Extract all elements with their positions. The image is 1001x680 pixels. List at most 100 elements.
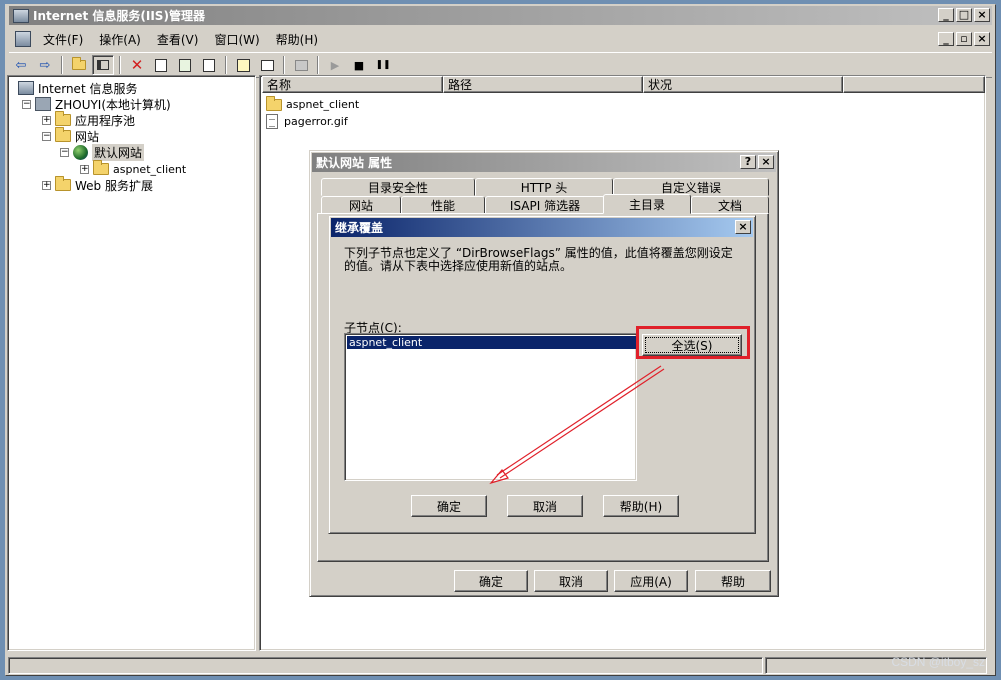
main-title: Internet 信息服务(IIS)管理器 <box>33 9 205 23</box>
file-icon <box>266 114 278 129</box>
inherit-message: 下列子节点也定义了 “DirBrowseFlags” 属性的值，此值将覆盖您刚设… <box>344 246 733 273</box>
menu-action[interactable]: 操作(A) <box>91 31 149 48</box>
expand-icon[interactable]: + <box>80 164 89 174</box>
menu-bar: 文件(F) 操作(A) 查看(V) 窗口(W) 帮助(H) _ ▫ × <box>9 28 992 50</box>
inherit-ok-button[interactable]: 确定 <box>411 495 487 517</box>
website-globe-icon <box>73 144 88 160</box>
help-icon[interactable] <box>232 55 254 75</box>
list-item[interactable]: aspnet_client <box>266 95 360 113</box>
column-header-name[interactable]: 名称 <box>262 76 443 93</box>
folder-icon <box>55 127 71 142</box>
list-item-label: aspnet_client <box>286 98 360 111</box>
tree-aspnet-client-label: aspnet_client <box>113 162 187 176</box>
show-tree-icon[interactable] <box>92 55 114 75</box>
toolbar-separator <box>119 56 121 74</box>
inherit-titlebar[interactable]: 继承覆盖 × <box>331 218 753 237</box>
watermark: CSDN @itboy_sz <box>891 655 985 669</box>
folder-icon <box>93 160 109 175</box>
mdi-system-icon[interactable] <box>15 31 31 47</box>
computer-icon <box>35 97 51 111</box>
properties-icon[interactable] <box>150 55 172 75</box>
tree-default-site-label: 默认网站 <box>92 143 145 161</box>
tab-website[interactable]: 网站 <box>321 196 401 214</box>
close-button[interactable]: × <box>974 8 990 22</box>
tab-performance[interactable]: 性能 <box>401 196 485 214</box>
back-icon[interactable]: ⇦ <box>10 55 32 75</box>
tab-home-directory[interactable]: 主目录 <box>603 194 691 214</box>
tree-root[interactable]: Internet 信息服务 <box>18 80 137 96</box>
stop-icon[interactable]: ■ <box>348 55 370 75</box>
expand-icon[interactable]: + <box>42 180 51 190</box>
expand-icon[interactable]: + <box>42 115 51 125</box>
mdi-minimize-button[interactable]: _ <box>938 32 954 46</box>
folder-icon <box>55 111 71 126</box>
main-titlebar[interactable]: Internet 信息服务(IIS)管理器 _ □ × <box>9 6 992 25</box>
props-apply-button[interactable]: 应用(A) <box>614 570 688 592</box>
iis-icon <box>18 81 34 95</box>
toolbar-separator <box>61 56 63 74</box>
collapse-icon[interactable]: − <box>42 131 51 141</box>
collapse-icon[interactable]: − <box>22 99 31 109</box>
tree-web-ext-label: Web 服务扩展 <box>75 178 153 193</box>
folder-icon <box>55 176 71 191</box>
tree-app-pools[interactable]: + 应用程序池 <box>42 111 136 128</box>
tab-http-headers[interactable]: HTTP 头 <box>475 178 613 196</box>
annotation-highlight-box <box>636 326 750 359</box>
tree-aspnet-client[interactable]: + aspnet_client <box>80 160 187 177</box>
props-ok-button[interactable]: 确定 <box>454 570 528 592</box>
tree-pane[interactable]: Internet 信息服务 − ZHOUYI(本地计算机) + 应用程序池 − … <box>7 75 256 651</box>
props-cancel-button[interactable]: 取消 <box>534 570 608 592</box>
refresh-icon[interactable] <box>174 55 196 75</box>
props-titlebar[interactable]: 默认网站 属性 ? × <box>312 153 776 172</box>
tree-default-site[interactable]: − 默认网站 <box>60 143 145 161</box>
tab-isapi-filters[interactable]: ISAPI 筛选器 <box>485 196 605 214</box>
menu-window[interactable]: 窗口(W) <box>206 31 267 48</box>
delete-icon[interactable]: ✕ <box>126 55 148 75</box>
props-close-button[interactable]: × <box>758 155 774 169</box>
props-help-button[interactable]: ? <box>740 155 756 169</box>
column-header-filler <box>843 76 985 93</box>
pause-icon[interactable]: ❚❚ <box>372 55 394 75</box>
menu-help[interactable]: 帮助(H) <box>268 31 326 48</box>
forward-icon[interactable]: ⇨ <box>34 55 56 75</box>
tree-server-label: ZHOUYI(本地计算机) <box>55 97 171 112</box>
column-header-path[interactable]: 路径 <box>443 76 643 93</box>
tree-sites[interactable]: − 网站 <box>42 127 100 144</box>
tree-sites-label: 网站 <box>75 129 100 144</box>
list-item[interactable]: aspnet_client <box>347 336 636 349</box>
mdi-restore-button[interactable]: ▫ <box>956 32 972 46</box>
menu-view[interactable]: 查看(V) <box>149 31 207 48</box>
inherit-close-button[interactable]: × <box>735 220 751 234</box>
status-panel <box>8 657 763 674</box>
status-bar <box>8 657 991 674</box>
maximize-button[interactable]: □ <box>956 8 972 22</box>
tree-web-ext[interactable]: + Web 服务扩展 <box>42 176 153 193</box>
tab-documents[interactable]: 文档 <box>691 196 769 214</box>
tree-server[interactable]: − ZHOUYI(本地计算机) <box>22 96 171 112</box>
tree-root-label: Internet 信息服务 <box>38 81 138 96</box>
inherit-cancel-button[interactable]: 取消 <box>507 495 583 517</box>
list-item[interactable]: pagerror.gif <box>266 113 348 130</box>
export-icon[interactable] <box>198 55 220 75</box>
props-help-text-button[interactable]: 帮助 <box>695 570 771 592</box>
mdi-close-button[interactable]: × <box>974 32 990 46</box>
folder-icon <box>266 95 282 111</box>
iis-app-icon <box>13 8 29 23</box>
children-listbox[interactable]: aspnet_client <box>344 333 637 481</box>
tree-app-pools-label: 应用程序池 <box>75 113 136 128</box>
tab-directory-security[interactable]: 目录安全性 <box>321 178 475 196</box>
computer-icon[interactable] <box>290 55 312 75</box>
props-title: 默认网站 属性 <box>316 156 393 170</box>
up-folder-icon[interactable] <box>68 55 90 75</box>
minimize-button[interactable]: _ <box>938 8 954 22</box>
collapse-icon[interactable]: − <box>60 147 69 157</box>
column-header-status[interactable]: 状况 <box>643 76 843 93</box>
start-icon[interactable]: ▶ <box>324 55 346 75</box>
menu-file[interactable]: 文件(F) <box>35 31 91 48</box>
inheritance-override-dialog: 继承覆盖 × 下列子节点也定义了 “DirBrowseFlags” 属性的值，此… <box>328 215 756 534</box>
toolbar-separator <box>317 56 319 74</box>
inherit-title: 继承覆盖 <box>335 221 384 235</box>
console-icon[interactable] <box>256 55 278 75</box>
inherit-help-button[interactable]: 帮助(H) <box>603 495 679 517</box>
toolbar-separator <box>283 56 285 74</box>
